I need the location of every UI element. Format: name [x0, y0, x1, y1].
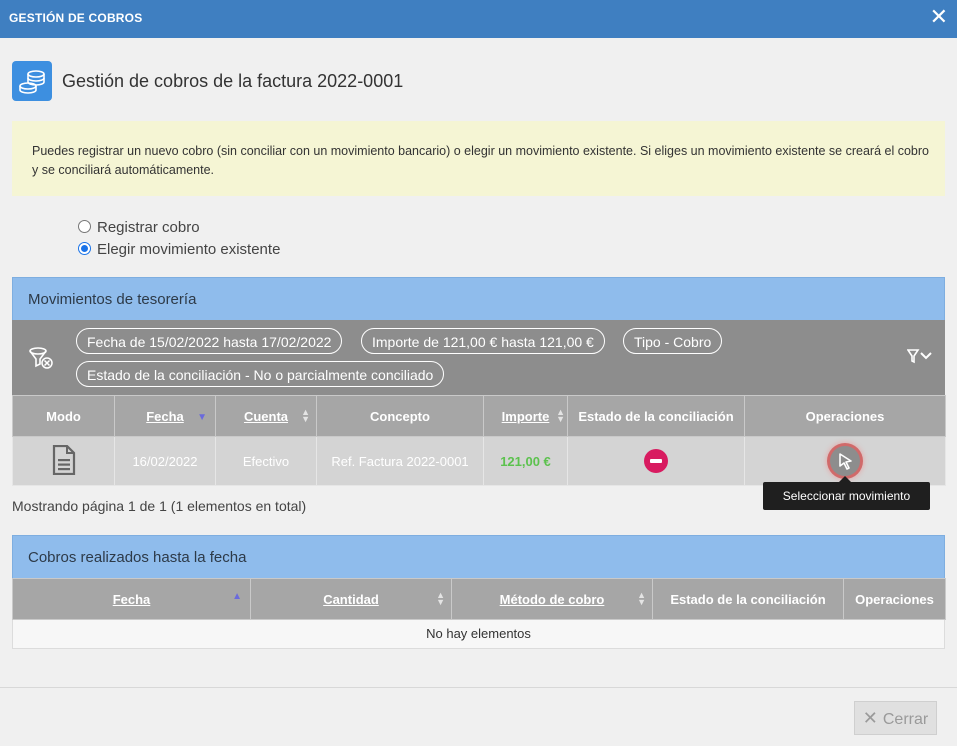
cell-cuenta: Efectivo	[215, 436, 317, 486]
close-button-label: Cerrar	[882, 711, 929, 728]
col-fecha[interactable]: Fecha ▲	[12, 578, 251, 620]
movimientos-panel-header: Movimientos de tesorería	[12, 277, 945, 321]
sort-desc-icon[interactable]: ▼	[197, 412, 207, 423]
cell-importe: 121,00 €	[483, 436, 568, 486]
radio-registrar-cobro[interactable]: Registrar cobro	[78, 219, 200, 236]
info-box: Puedes registrar un nuevo cobro (sin con…	[12, 121, 945, 196]
radio-label: Registrar cobro	[97, 219, 200, 236]
cobros-title: Cobros realizados hasta la fecha	[28, 549, 247, 566]
close-icon: ✕	[862, 708, 878, 728]
col-metodo[interactable]: Método de cobro ▲ ▼	[451, 578, 653, 620]
col-fecha[interactable]: Fecha ▼	[114, 395, 216, 437]
window-title: GESTIÓN DE COBROS	[9, 11, 143, 25]
tooltip-seleccionar: Seleccionar movimiento	[763, 476, 930, 510]
cell-estado	[567, 436, 745, 486]
filter-chip-importe[interactable]: Importe de 121,00 € hasta 121,00 €	[361, 328, 605, 354]
movimientos-table: Modo Fecha ▼ Cuenta ▲ ▼ Concepto Importe ▲ ▼ …	[12, 395, 946, 486]
clear-filters-icon[interactable]	[28, 346, 54, 375]
sort-icon[interactable]: ▲ ▼	[556, 408, 565, 424]
col-estado: Estado de la conciliación	[567, 395, 745, 437]
radio-button[interactable]	[78, 220, 91, 233]
filter-chip-tipo[interactable]: Tipo - Cobro	[623, 328, 723, 354]
sort-icon[interactable]: ▲ ▼	[436, 591, 445, 607]
radio-button-selected[interactable]	[78, 242, 91, 255]
document-icon	[52, 444, 75, 475]
coins-stack-icon	[12, 61, 52, 101]
sort-asc-icon[interactable]: ▲	[232, 591, 242, 602]
radio-elegir-movimiento[interactable]: Elegir movimiento existente	[78, 241, 280, 258]
cell-fecha: 16/02/2022	[114, 436, 216, 486]
table-header-row: Fecha ▲ Cantidad ▲ ▼ Método de cobro ▲ ▼ Esta…	[12, 578, 946, 620]
info-text: Puedes registrar un nuevo cobro (sin con…	[32, 144, 929, 177]
col-fecha-label[interactable]: Fecha	[113, 592, 151, 607]
col-cantidad-label[interactable]: Cantidad	[323, 592, 379, 607]
filter-bar: Fecha de 15/02/2022 hasta 17/02/2022 Imp…	[12, 320, 945, 395]
minus-circle-icon	[644, 449, 668, 473]
page-title: Gestión de cobros de la factura 2022-000…	[62, 71, 404, 91]
window-titlebar: GESTIÓN DE COBROS ✕	[0, 0, 957, 38]
filter-toggle-icon[interactable]	[906, 348, 933, 369]
movimientos-title: Movimientos de tesorería	[28, 291, 197, 308]
col-estado: Estado de la conciliación	[652, 578, 844, 620]
col-operaciones: Operaciones	[843, 578, 946, 620]
col-importe[interactable]: Importe ▲ ▼	[483, 395, 568, 437]
col-operaciones: Operaciones	[744, 395, 946, 437]
radio-label: Elegir movimiento existente	[97, 241, 281, 258]
col-cantidad[interactable]: Cantidad ▲ ▼	[250, 578, 452, 620]
col-metodo-label[interactable]: Método de cobro	[500, 592, 605, 607]
pagination-info: Mostrando página 1 de 1 (1 elementos en …	[12, 498, 307, 514]
cell-modo	[12, 436, 115, 486]
sort-icon[interactable]: ▲ ▼	[637, 591, 646, 607]
sort-icon[interactable]: ▲ ▼	[301, 408, 310, 424]
close-icon[interactable]: ✕	[930, 5, 948, 29]
col-concepto: Concepto	[316, 395, 484, 437]
cobros-table: Fecha ▲ Cantidad ▲ ▼ Método de cobro ▲ ▼ Esta…	[12, 578, 946, 620]
col-importe-label[interactable]: Importe	[502, 409, 550, 424]
col-cuenta[interactable]: Cuenta ▲ ▼	[215, 395, 317, 437]
cell-concepto: Ref. Factura 2022-0001	[316, 436, 484, 486]
close-button[interactable]: ✕ Cerrar	[854, 701, 937, 735]
table-row[interactable]: 16/02/2022 Efectivo Ref. Factura 2022-00…	[12, 436, 946, 486]
table-header-row: Modo Fecha ▼ Cuenta ▲ ▼ Concepto Importe ▲ ▼ …	[12, 395, 946, 437]
col-modo: Modo	[12, 395, 115, 437]
footer-divider	[0, 687, 957, 688]
cursor-arrow-icon	[839, 453, 852, 470]
col-cuenta-label[interactable]: Cuenta	[244, 409, 288, 424]
select-movement-button[interactable]	[830, 446, 860, 476]
empty-state: No hay elementos	[12, 620, 945, 649]
cobros-panel-header: Cobros realizados hasta la fecha	[12, 535, 945, 579]
col-fecha-label[interactable]: Fecha	[146, 409, 184, 424]
filter-chip-fecha[interactable]: Fecha de 15/02/2022 hasta 17/02/2022	[76, 328, 343, 354]
filter-chip-estado[interactable]: Estado de la conciliación - No o parcial…	[76, 361, 445, 387]
